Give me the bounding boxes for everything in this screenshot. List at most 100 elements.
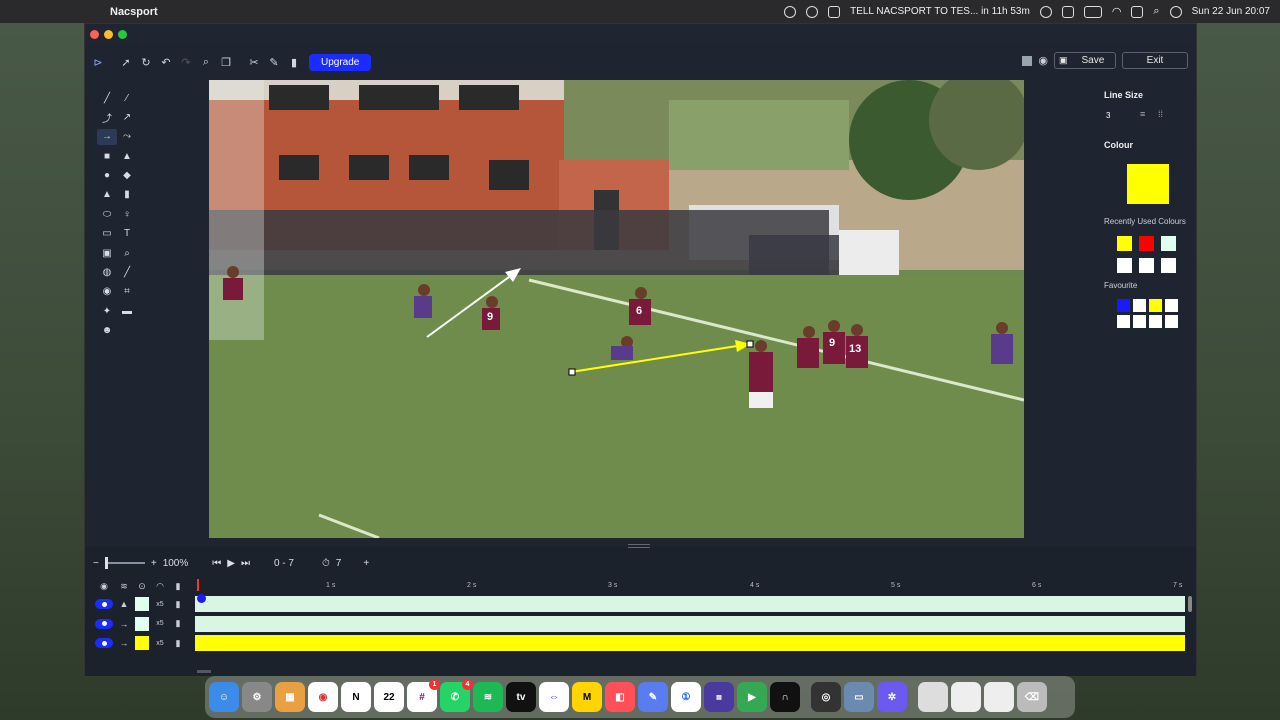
image-tool-icon[interactable]: ▣ — [97, 245, 117, 261]
wifi-icon[interactable]: ◠ — [1112, 5, 1122, 18]
trash-icon[interactable]: ⌫ — [1017, 682, 1047, 712]
timeline-track[interactable] — [195, 635, 1185, 651]
miro-icon[interactable]: M — [572, 682, 602, 712]
redo-icon[interactable]: ↻ — [137, 53, 155, 71]
ellipse-tool-icon[interactable]: ⬭ — [97, 206, 117, 222]
chrome-icon[interactable]: ◉ — [308, 682, 338, 712]
line-tool-icon[interactable]: ╱ — [97, 90, 117, 106]
folder-tool-icon[interactable]: ▬ — [117, 303, 137, 319]
recent-colour-swatch[interactable] — [1117, 236, 1132, 251]
timeline-track[interactable] — [195, 615, 1185, 632]
favourite-colour-swatch[interactable] — [1117, 299, 1130, 312]
eraser-icon[interactable]: ✎ — [265, 53, 283, 71]
redo-arrow-icon[interactable]: ↷ — [177, 53, 195, 71]
playhead[interactable] — [197, 579, 199, 591]
clock[interactable]: Sun 22 Jun 20:07 — [1192, 6, 1270, 17]
app-name[interactable]: Nacsport — [110, 6, 158, 18]
video-frame[interactable]: 9 6 9 13 — [209, 80, 1024, 538]
row-colour-swatch[interactable] — [135, 597, 149, 611]
office-icon[interactable]: ◧ — [605, 682, 635, 712]
timeline-scrollbar[interactable] — [1188, 596, 1192, 612]
compass-icon[interactable]: ◎ — [811, 682, 841, 712]
favourite-colour-swatch[interactable] — [1133, 299, 1146, 312]
google-meet-icon[interactable]: ▶ — [737, 682, 767, 712]
search-icon[interactable]: ⌕ — [1153, 5, 1159, 18]
triangle-tool-icon[interactable]: ▲ — [117, 148, 137, 164]
smarters-icon[interactable]: ▤ — [704, 682, 734, 712]
launchpad-icon[interactable]: ▦ — [275, 682, 305, 712]
slack-icon[interactable]: # 1 — [407, 679, 440, 712]
cone-tool-icon[interactable]: ▲ — [97, 187, 117, 203]
visibility-toggle-icon[interactable] — [95, 618, 113, 629]
zoom-slider[interactable] — [104, 557, 145, 569]
step-back-icon[interactable]: ⏮ — [212, 558, 221, 569]
favourite-colour-swatch[interactable] — [1165, 315, 1178, 328]
siri-icon[interactable] — [1169, 5, 1182, 18]
visibility-toggle-icon[interactable] — [95, 638, 113, 648]
control-center-icon[interactable] — [1131, 5, 1144, 18]
emoji-tool-icon[interactable]: ☻ — [97, 323, 117, 339]
teamviewer-icon[interactable]: ⇔ — [539, 682, 569, 712]
row-delete-icon[interactable]: ▮ — [171, 636, 185, 650]
exit-button[interactable]: Exit — [1122, 52, 1188, 69]
screen-mirror-icon[interactable] — [1061, 5, 1074, 18]
sync-icon[interactable] — [806, 5, 819, 18]
line-size-value[interactable]: 3 — [1106, 111, 1110, 120]
minimize-window-button[interactable] — [104, 30, 113, 39]
close-window-button[interactable] — [90, 30, 99, 39]
row-multiplier[interactable]: x5 — [153, 636, 167, 650]
pointer-icon[interactable]: ➚ — [117, 53, 135, 71]
gear-app-icon[interactable]: ✲ — [877, 682, 907, 712]
zoom-icon[interactable]: ⌕ — [197, 53, 215, 71]
finder-icon[interactable]: ☺ — [209, 682, 239, 712]
record-icon[interactable] — [784, 5, 797, 18]
circle-tool-icon[interactable]: ● — [97, 168, 117, 184]
spotlight-tool-icon[interactable]: ♀ — [117, 206, 137, 222]
keyframe-marker[interactable] — [197, 594, 206, 603]
recent-colour-swatch[interactable] — [1117, 258, 1132, 273]
blur-tool-icon[interactable]: ◍ — [97, 265, 117, 281]
splitter-handle[interactable] — [628, 544, 650, 548]
duration-value[interactable]: 7 — [336, 558, 342, 569]
row-colour-swatch[interactable] — [135, 636, 149, 650]
current-colour-swatch[interactable] — [1127, 164, 1169, 204]
onepassword-icon[interactable]: ① — [671, 682, 701, 712]
apple-tv-icon[interactable]: tv — [506, 682, 536, 712]
visibility-tool-icon[interactable]: ◉ — [97, 284, 117, 300]
play-circle-icon[interactable] — [1039, 5, 1052, 18]
pencil-app-icon[interactable]: ✎ — [638, 682, 668, 712]
camera-icon[interactable]: ◉ — [1038, 54, 1048, 67]
straight-arrow-tool-icon[interactable]: ↗ — [117, 109, 137, 125]
row-delete-icon[interactable]: ▮ — [171, 597, 185, 611]
recent-colour-swatch[interactable] — [1161, 236, 1176, 251]
add-time-icon[interactable]: + — [363, 558, 369, 569]
notion-icon[interactable]: N — [341, 682, 371, 712]
row-multiplier[interactable]: x5 — [153, 617, 167, 631]
favourite-colour-swatch[interactable] — [1165, 299, 1178, 312]
play-icon[interactable]: ▶ — [227, 558, 235, 569]
magic-tool-icon[interactable]: ✦ — [97, 303, 117, 319]
calendar-icon[interactable] — [828, 5, 841, 18]
row-colour-swatch[interactable] — [135, 616, 149, 631]
system-settings-icon[interactable]: ⚙ — [242, 682, 272, 712]
line-style-icon[interactable]: ≡ — [1140, 109, 1145, 119]
polygon-tool-icon[interactable]: ◆ — [117, 168, 137, 184]
whatsapp-icon[interactable]: ✆ 4 — [440, 679, 473, 712]
zoom-window-button[interactable] — [118, 30, 127, 39]
dashed-style-icon[interactable]: ⁞⁞ — [1158, 109, 1163, 119]
cylinder-tool-icon[interactable]: ▮ — [117, 187, 137, 203]
rectangle-tool-icon[interactable]: ■ — [97, 148, 117, 164]
preview-icon[interactable]: ▭ — [844, 682, 874, 712]
callout-tool-icon[interactable]: ▭ — [97, 226, 117, 242]
battery-icon[interactable] — [1083, 5, 1102, 18]
favourite-colour-swatch[interactable] — [1149, 299, 1162, 312]
document-icon[interactable] — [918, 682, 948, 712]
recent-colour-swatch[interactable] — [1139, 236, 1154, 251]
visibility-toggle-icon[interactable] — [95, 599, 113, 609]
zoom-slider-thumb[interactable] — [104, 557, 108, 569]
favourite-colour-swatch[interactable] — [1149, 315, 1162, 328]
row-multiplier[interactable]: x5 — [153, 597, 167, 611]
recent-colour-swatch[interactable] — [1161, 258, 1176, 273]
copy-icon[interactable]: ❐ — [217, 53, 235, 71]
pen-line-tool-icon[interactable]: ⁄ — [117, 90, 137, 106]
